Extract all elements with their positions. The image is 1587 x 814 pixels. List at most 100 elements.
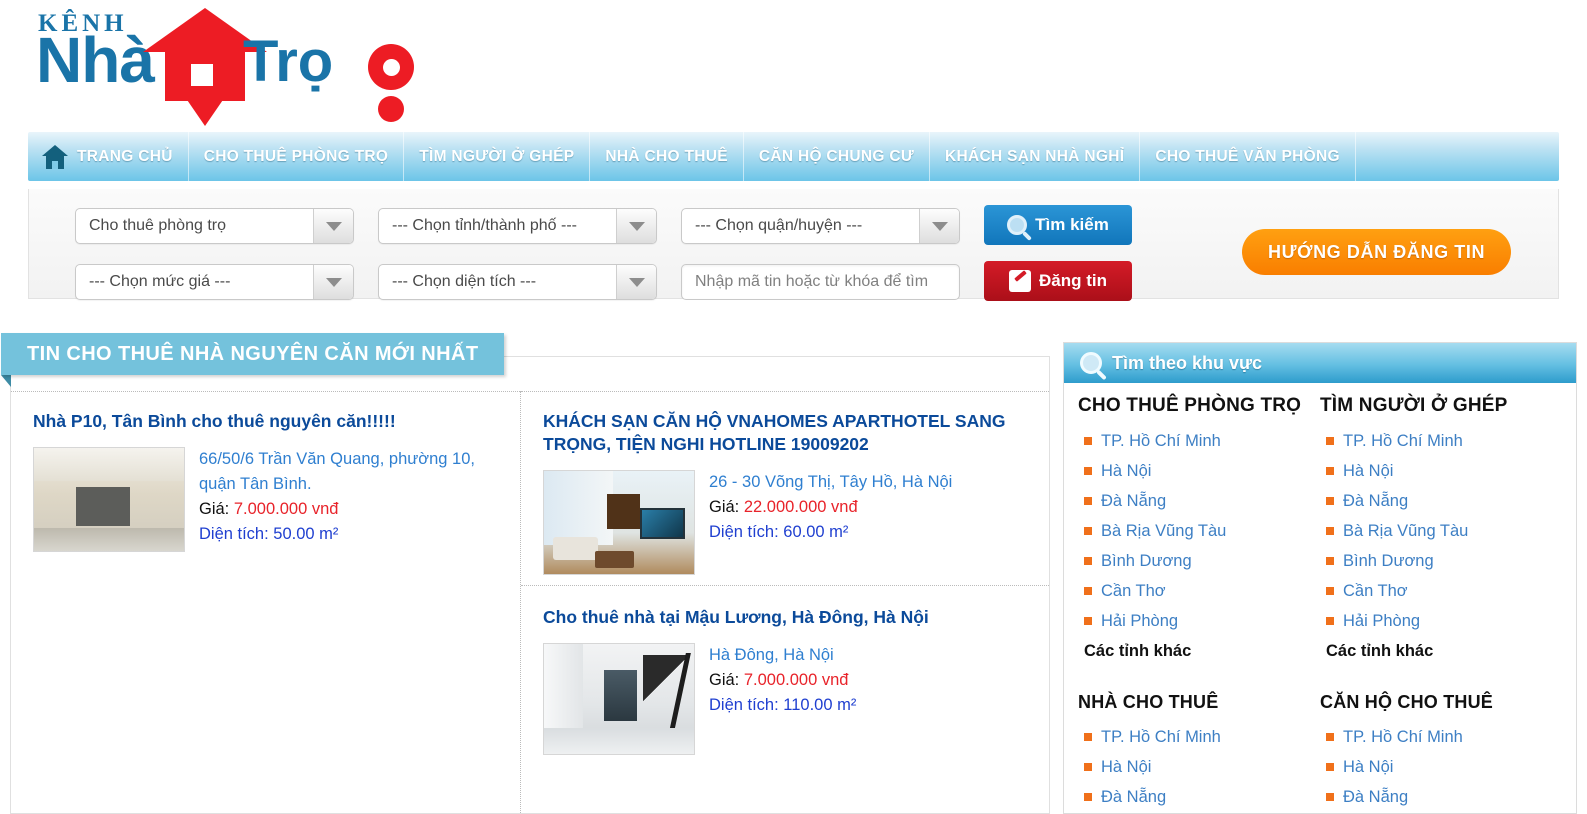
apartment-photo — [544, 471, 694, 574]
ribbon-fold — [1, 375, 11, 387]
location-pin-hole — [383, 59, 400, 76]
region-link[interactable]: Hà Nội — [1078, 456, 1320, 486]
region-link[interactable]: Bà Rịa Vũng Tàu — [1078, 516, 1320, 546]
nav-item-trang-chu[interactable]: TRANG CHỦ — [28, 132, 189, 181]
bullet-icon — [1326, 557, 1334, 565]
region-label: Hà Nội — [1343, 462, 1394, 480]
area-label: Diện tích: — [709, 696, 779, 714]
pencil-icon — [1009, 270, 1031, 292]
listing-title[interactable]: KHÁCH SẠN CĂN HỘ VNAHOMES APARTHOTEL SAN… — [543, 410, 1027, 456]
main-navigation: TRANG CHỦ CHO THUÊ PHÒNG TRỌ TÌM NGƯỜI Ở… — [28, 132, 1559, 181]
listing-area: 60.00 m² — [783, 523, 849, 541]
posting-guide-button[interactable]: HƯỚNG DẪN ĐĂNG TIN — [1242, 229, 1512, 275]
listing-thumbnail[interactable] — [543, 470, 695, 575]
chevron-down-icon — [616, 265, 656, 299]
region-label: TP. Hồ Chí Minh — [1101, 728, 1221, 746]
section-title: TIN CHO THUÊ NHÀ NGUYÊN CĂN MỚI NHẤT — [27, 342, 479, 365]
listing-title[interactable]: Nhà P10, Tân Bình cho thuê nguyên căn!!!… — [33, 410, 498, 433]
region-link[interactable]: Cần Thơ — [1078, 576, 1320, 606]
region-label: Hà Nội — [1343, 758, 1394, 776]
price-range-select[interactable]: --- Chọn mức giá --- — [75, 264, 354, 300]
listing-thumbnail[interactable] — [543, 643, 695, 755]
price-range-value: --- Chọn mức giá --- — [89, 273, 231, 290]
listing-type-select[interactable]: Cho thuê phòng trọ — [75, 208, 354, 244]
region-link[interactable]: Hà Nội — [1320, 456, 1562, 486]
region-link[interactable]: Hà Nội — [1320, 752, 1562, 782]
sidebar-group-nha-cho-thue: NHÀ CHO THUÊ TP. Hồ Chí Minh Hà Nội Đà N… — [1078, 692, 1320, 812]
nav-label: NHÀ CHO THUÊ — [605, 147, 728, 165]
region-link[interactable]: Đà Nẵng — [1078, 486, 1320, 516]
nav-item-nha-cho-thue[interactable]: NHÀ CHO THUÊ — [590, 132, 744, 181]
region-link[interactable]: Bà Rịa Vũng Tàu — [1320, 516, 1562, 546]
listing-price: 7.000.000 vnđ — [743, 671, 849, 689]
region-link[interactable]: Hải Phòng — [1320, 606, 1562, 636]
region-link[interactable]: Đà Nẵng — [1078, 782, 1320, 812]
search-icon — [1080, 352, 1102, 374]
region-link[interactable]: Bình Dương — [1320, 546, 1562, 576]
chevron-down-icon — [919, 209, 959, 243]
listing-address-line1[interactable]: Hà Đông, Hà Nội — [709, 643, 856, 668]
region-label: Bình Dương — [1343, 552, 1434, 570]
nav-item-tim-nguoi-o-ghep[interactable]: TÌM NGƯỜI Ở GHÉP — [404, 132, 591, 181]
region-link[interactable]: Hải Phòng — [1078, 606, 1320, 636]
listing-body: 26 - 30 Võng Thị, Tây Hồ, Hà Nội Giá: 22… — [543, 470, 1027, 575]
bullet-icon — [1084, 617, 1092, 625]
region-link[interactable]: Hà Nội — [1078, 752, 1320, 782]
listing-area: 110.00 m² — [783, 696, 857, 714]
area-range-value: --- Chọn diện tích --- — [392, 273, 537, 290]
sidebar-group-can-ho-cho-thue: CĂN HỘ CHO THUÊ TP. Hồ Chí Minh Hà Nội Đ… — [1320, 692, 1562, 812]
listing-column-right: KHÁCH SẠN CĂN HỘ VNAHOMES APARTHOTEL SAN… — [521, 391, 1049, 813]
province-select[interactable]: --- Chọn tỉnh/thành phố --- — [378, 208, 657, 244]
region-link[interactable]: Bình Dương — [1078, 546, 1320, 576]
region-link[interactable]: Đà Nẵng — [1320, 486, 1562, 516]
nav-item-khach-san-nha-nghi[interactable]: KHÁCH SẠN NHÀ NGHỈ — [930, 132, 1141, 181]
listing-title[interactable]: Cho thuê nhà tại Mậu Lương, Hà Đông, Hà … — [543, 606, 1027, 629]
post-listing-button[interactable]: Đăng tin — [984, 261, 1132, 301]
area-range-select[interactable]: --- Chọn diện tích --- — [378, 264, 657, 300]
price-label: Giá: — [709, 498, 740, 516]
region-link[interactable]: TP. Hồ Chí Minh — [1078, 722, 1320, 752]
price-label: Giá: — [709, 671, 740, 689]
sidebar-groups-row-1: CHO THUÊ PHÒNG TRỌ TP. Hồ Chí Minh Hà Nộ… — [1064, 383, 1576, 666]
region-link[interactable]: TP. Hồ Chí Minh — [1320, 426, 1562, 456]
keyword-input[interactable]: Nhập mã tin hoặc từ khóa để tìm — [681, 264, 960, 300]
site-logo[interactable]: KÊNH Nhà Trọ — [36, 6, 414, 126]
bullet-icon — [1326, 617, 1334, 625]
nav-label: TRANG CHỦ — [77, 147, 173, 165]
region-label: TP. Hồ Chí Minh — [1343, 728, 1463, 746]
listing-address-line1[interactable]: 66/50/6 Trần Văn Quang, phường 10, — [199, 447, 475, 472]
district-select[interactable]: --- Chọn quận/huyện --- — [681, 208, 960, 244]
province-value: --- Chọn tỉnh/thành phố --- — [392, 217, 577, 234]
nav-label: KHÁCH SẠN NHÀ NGHỈ — [945, 147, 1125, 165]
region-label: TP. Hồ Chí Minh — [1343, 432, 1463, 450]
page-root: KÊNH Nhà Trọ TRANG CHỦ CHO THUÊ PHÒNG TR… — [0, 0, 1587, 814]
region-link[interactable]: Cần Thơ — [1320, 576, 1562, 606]
region-link[interactable]: TP. Hồ Chí Minh — [1320, 722, 1562, 752]
section-title-banner: TIN CHO THUÊ NHÀ NGUYÊN CĂN MỚI NHẤT — [1, 333, 505, 375]
bullet-icon — [1084, 793, 1092, 801]
listing-thumbnail[interactable] — [33, 447, 185, 552]
listing-price: 7.000.000 vnđ — [233, 500, 339, 518]
price-label: Giá: — [199, 500, 230, 518]
region-link[interactable]: TP. Hồ Chí Minh — [1078, 426, 1320, 456]
nav-item-cho-thue-van-phong[interactable]: CHO THUÊ VĂN PHÒNG — [1140, 132, 1356, 181]
other-provinces-link[interactable]: Các tỉnh khác — [1320, 636, 1562, 666]
nav-item-cho-thue-phong-tro[interactable]: CHO THUÊ PHÒNG TRỌ — [189, 132, 405, 181]
listing-meta: 66/50/6 Trần Văn Quang, phường 10, quận … — [199, 447, 475, 552]
region-label: Bà Rịa Vũng Tàu — [1343, 522, 1469, 540]
logo-nha-text: Nhà — [36, 24, 155, 96]
nav-item-can-ho-chung-cu[interactable]: CĂN HỘ CHUNG CƯ — [744, 132, 930, 181]
latest-listings-panel: TIN CHO THUÊ NHÀ NGUYÊN CĂN MỚI NHẤT Nhà… — [1, 333, 1050, 814]
listing-address-line1[interactable]: 26 - 30 Võng Thị, Tây Hồ, Hà Nội — [709, 470, 952, 495]
listing-body: Hà Đông, Hà Nội Giá: 7.000.000 vnđ Diện … — [543, 643, 1027, 755]
region-link[interactable]: Đà Nẵng — [1320, 782, 1562, 812]
bullet-icon — [1084, 733, 1092, 741]
listing-card: KHÁCH SẠN CĂN HỘ VNAHOMES APARTHOTEL SAN… — [521, 391, 1049, 585]
listing-body: 66/50/6 Trần Văn Quang, phường 10, quận … — [33, 447, 498, 552]
search-button[interactable]: Tìm kiếm — [984, 205, 1132, 245]
listing-address-line2[interactable]: quận Tân Bình. — [199, 472, 475, 497]
region-label: Hà Nội — [1101, 462, 1152, 480]
other-provinces-link[interactable]: Các tỉnh khác — [1078, 636, 1320, 666]
chevron-down-icon — [313, 265, 353, 299]
region-label: Bà Rịa Vũng Tàu — [1101, 522, 1227, 540]
